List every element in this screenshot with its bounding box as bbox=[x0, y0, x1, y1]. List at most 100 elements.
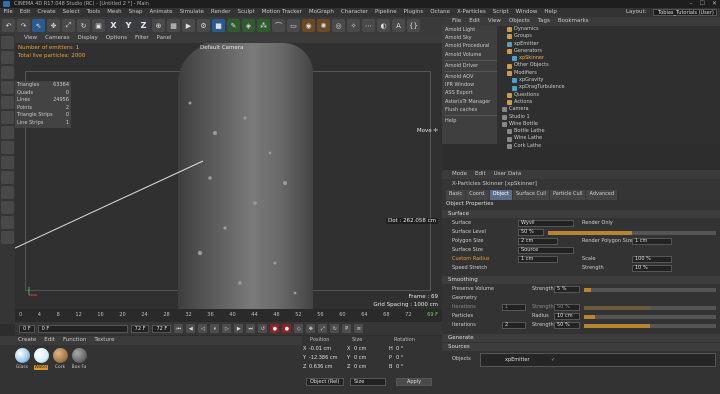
pen-spline-icon[interactable]: ✎ bbox=[227, 19, 240, 32]
live-selection-icon[interactable]: ⇖ bbox=[32, 19, 45, 32]
menu-motion-tracker[interactable]: Motion Tracker bbox=[258, 8, 305, 17]
scale-field[interactable]: 100 % bbox=[632, 256, 672, 263]
render-only-checkbox-label[interactable]: Render Only bbox=[582, 220, 613, 227]
model-mode-icon[interactable] bbox=[1, 51, 14, 64]
menu-window[interactable]: Window bbox=[512, 8, 541, 17]
redo-icon[interactable]: ↷ bbox=[17, 19, 30, 32]
go-to-start-icon[interactable]: ⏮ bbox=[174, 324, 184, 333]
material-menu-create[interactable]: Create bbox=[14, 336, 40, 345]
tab-coord[interactable]: Coord. bbox=[466, 190, 489, 200]
timeline-menu-icon[interactable]: ≡ bbox=[354, 324, 364, 333]
render-polygon-size-field[interactable]: 1 cm bbox=[632, 238, 672, 245]
minimize-icon[interactable]: – bbox=[690, 0, 693, 8]
menu-file[interactable]: File bbox=[0, 8, 16, 17]
section-sources[interactable]: Sources bbox=[442, 343, 720, 351]
list-item[interactable]: Actions bbox=[497, 99, 720, 106]
geometry-strength-field[interactable]: 50 % bbox=[554, 304, 580, 311]
particles-label[interactable]: Particles bbox=[452, 313, 473, 320]
menu-item-arnold-procedural[interactable]: Arnold Procedural bbox=[445, 42, 497, 50]
pv-strength-slider[interactable] bbox=[584, 288, 716, 292]
record-icon[interactable]: ● bbox=[270, 324, 280, 333]
custom-radius-field[interactable]: 1 cm bbox=[518, 256, 558, 263]
menu-help[interactable]: Help bbox=[541, 8, 561, 17]
z-axis-lock-button[interactable]: Z bbox=[137, 19, 150, 32]
deformer-bend-icon[interactable]: ⌒ bbox=[272, 19, 285, 32]
attr-menu-mode[interactable]: Mode bbox=[448, 170, 471, 179]
material-glass[interactable]: Glass bbox=[14, 348, 30, 370]
keyframe-selection-icon[interactable]: ◇ bbox=[294, 324, 304, 333]
objects-menu-view[interactable]: View bbox=[484, 17, 505, 26]
attr-menu-user-data[interactable]: User Data bbox=[490, 170, 525, 179]
menu-sculpt[interactable]: Sculpt bbox=[234, 8, 258, 17]
position-x-field[interactable]: -0.01 cm bbox=[309, 346, 331, 352]
size-mode-dropdown[interactable]: Size bbox=[350, 378, 386, 386]
radius-field[interactable]: 10 cm bbox=[554, 313, 580, 320]
preserve-volume-label[interactable]: Preserve Volume bbox=[452, 286, 494, 293]
material-cork[interactable]: Cork bbox=[52, 348, 68, 370]
viewport-menu-view[interactable]: View bbox=[20, 34, 41, 43]
viewport-menu-panel[interactable]: Panel bbox=[153, 34, 176, 43]
menu-tools[interactable]: Tools bbox=[83, 8, 104, 17]
workplane-lock-icon[interactable] bbox=[1, 186, 14, 199]
size-y-field[interactable]: 0 cm bbox=[354, 355, 366, 361]
recent-tools-icon[interactable]: ▣ bbox=[92, 19, 105, 32]
light-object-icon[interactable]: ✺ bbox=[317, 19, 330, 32]
rotation-h-field[interactable]: 0 ° bbox=[396, 346, 403, 352]
list-item[interactable]: Generators bbox=[497, 48, 720, 55]
current-frame-field[interactable]: 0 F bbox=[37, 324, 128, 333]
viewport-menu-cameras[interactable]: Cameras bbox=[41, 34, 73, 43]
menu-snap[interactable]: Snap bbox=[125, 8, 146, 17]
pause-icon[interactable]: ⏸ bbox=[210, 324, 220, 333]
menu-create[interactable]: Create bbox=[34, 8, 59, 17]
objects-menu-bookmarks[interactable]: Bookmarks bbox=[554, 17, 593, 26]
camera-object-icon[interactable]: ◉ bbox=[302, 19, 315, 32]
menu-animate[interactable]: Animate bbox=[146, 8, 176, 17]
octane-live-viewer-icon[interactable]: ◐ bbox=[377, 19, 390, 32]
layout-dropdown[interactable]: Tobias_Tutorials (User) bbox=[653, 9, 717, 16]
timeline-ruler[interactable]: 0 4 8 12 16 20 24 28 32 36 40 44 48 52 56 60 64 68 72 69 F bbox=[15, 309, 442, 322]
scale-icon[interactable]: ⤢ bbox=[62, 19, 75, 32]
position-z-field[interactable]: 0.636 cm bbox=[309, 364, 333, 370]
rotate-icon[interactable]: ↻ bbox=[77, 19, 90, 32]
polygon-size-field[interactable]: 2 cm bbox=[518, 238, 558, 245]
maximize-icon[interactable]: ☐ bbox=[700, 0, 705, 8]
size-z-field[interactable]: 0 cm bbox=[354, 364, 366, 370]
viewport-menu-options[interactable]: Options bbox=[102, 34, 131, 43]
surface-size-dropdown[interactable]: Source bbox=[518, 247, 574, 254]
x-axis-lock-button[interactable]: X bbox=[107, 19, 120, 32]
coordinate-mode-dropdown[interactable]: Object (Rel) bbox=[306, 378, 344, 386]
list-item[interactable]: xpDragTurbulence bbox=[497, 84, 720, 91]
points-mode-icon[interactable] bbox=[1, 96, 14, 109]
record-param-icon[interactable]: P bbox=[342, 324, 352, 333]
viewport-menu-display[interactable]: Display bbox=[74, 34, 102, 43]
menu-edit[interactable]: Edit bbox=[16, 8, 34, 17]
list-item[interactable]: Dynamics bbox=[497, 26, 720, 33]
objects-menu-file[interactable]: File bbox=[448, 17, 465, 26]
rotation-p-field[interactable]: 0 ° bbox=[396, 355, 403, 361]
xpresso-icon[interactable]: ⋯ bbox=[362, 19, 375, 32]
end-frame-field[interactable]: 72 F bbox=[130, 324, 150, 333]
move-icon[interactable]: ✥ bbox=[47, 19, 60, 32]
edges-mode-icon[interactable] bbox=[1, 111, 14, 124]
menu-plugins[interactable]: Plugins bbox=[400, 8, 427, 17]
particles-strength-field[interactable]: 50 % bbox=[554, 322, 580, 329]
size-x-field[interactable]: 0 cm bbox=[354, 346, 366, 352]
menu-select[interactable]: Select bbox=[59, 8, 83, 17]
solo-mode-icon[interactable] bbox=[1, 231, 14, 244]
tweak-mode-icon[interactable] bbox=[1, 156, 14, 169]
material-menu-texture[interactable]: Texture bbox=[90, 336, 118, 345]
menu-render[interactable]: Render bbox=[207, 8, 234, 17]
list-item[interactable]: xpGravity bbox=[497, 77, 720, 84]
iterations-field[interactable]: 1 bbox=[502, 304, 526, 311]
section-surface[interactable]: Surface bbox=[442, 210, 720, 218]
geometry-label[interactable]: Geometry bbox=[452, 295, 477, 302]
cube-primitive-icon[interactable]: ■ bbox=[212, 19, 225, 32]
radius-slider[interactable] bbox=[584, 315, 716, 319]
tab-object[interactable]: Object bbox=[489, 190, 512, 200]
list-item[interactable]: Bottle Lathe bbox=[497, 128, 720, 135]
make-editable-icon[interactable] bbox=[1, 36, 14, 49]
list-item[interactable]: Questions bbox=[497, 92, 720, 99]
tab-surface-cull[interactable]: Surface Cull bbox=[512, 190, 549, 200]
tab-basic[interactable]: Basic bbox=[446, 190, 466, 200]
list-item[interactable]: Wine Lathe bbox=[497, 135, 720, 142]
